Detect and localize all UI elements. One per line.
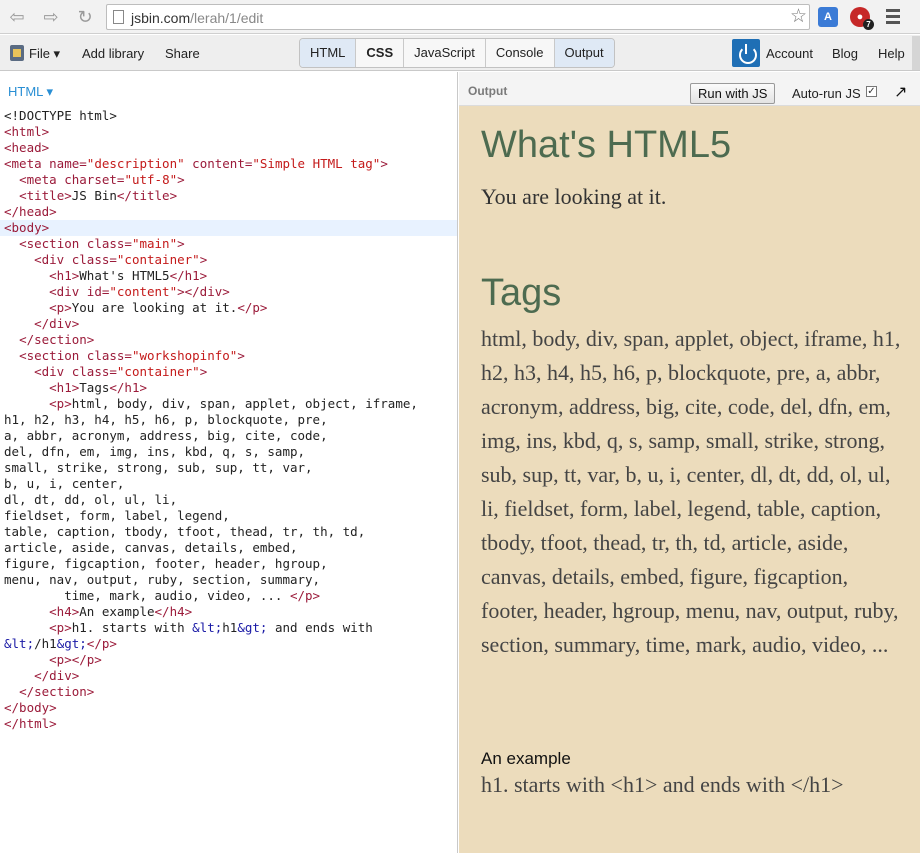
code-line: <meta charset="utf-8"> [19,172,185,187]
output-tags-paragraph: html, body, div, span, applet, object, i… [481,326,901,657]
code-line: &lt;/h1&gt;</p> [4,636,117,651]
code-line: </div> [34,316,80,331]
output-header: Output Run with JS Auto-run JS ✓ ↗ [459,72,920,106]
run-with-js-button[interactable]: Run with JS [690,83,776,104]
code-line: <p>h1. starts with &lt;h1&gt; and ends w… [49,620,373,635]
autorun-checkbox[interactable]: ✓ [866,86,877,97]
output-heading-tags: Tags [481,272,562,314]
code-line: <div id="content"></div> [49,284,230,299]
code-line: table, caption, tbody, tfoot, thead, tr,… [4,524,366,539]
jsbin-logo-icon [10,45,24,61]
autorun-label: Auto-run JS [792,86,861,101]
tab-output[interactable]: Output [554,39,614,67]
hamburger-menu-icon[interactable] [886,9,900,25]
reload-icon[interactable]: ↻ [74,6,96,28]
page-icon [113,10,124,24]
output-example-paragraph: h1. starts with <h1> and ends with </h1> [481,772,844,797]
code-line: b, u, i, center, [4,476,125,491]
popout-arrow-icon[interactable]: ↗ [894,82,907,102]
blog-link[interactable]: Blog [832,46,858,61]
code-line: del, dfn, em, img, ins, kbd, q, s, samp, [4,444,306,459]
code-line: <section class="workshopinfo"> [19,348,245,363]
output-subheading: An example [481,749,571,768]
code-line: <p></p> [49,652,102,667]
tab-javascript[interactable]: JavaScript [404,39,486,67]
code-line: <p>html, body, div, span, applet, object… [49,396,418,411]
help-link[interactable]: Help [878,46,905,61]
code-line: </body> [4,700,57,715]
code-line: </html> [4,716,57,731]
code-line: h1, h2, h3, h4, h5, h6, p, blockquote, p… [4,412,328,427]
extension-badge: 7 [863,19,874,30]
code-line: a, abbr, acronym, address, big, cite, co… [4,428,328,443]
bookmark-star-icon[interactable]: ☆ [790,6,807,28]
code-line-current: <body> [0,220,457,236]
code-line: <head> [4,140,50,155]
code-line: </section> [19,684,95,699]
add-library-button[interactable]: Add library [82,46,144,61]
code-editor[interactable]: <!DOCTYPE html> <html> <head> <meta name… [0,108,457,732]
code-line: </head> [4,204,57,219]
code-line: menu, nav, output, ruby, section, summar… [4,572,321,587]
forward-arrow-icon[interactable]: ⇨ [40,6,62,28]
code-line: <!DOCTYPE html> [4,108,117,123]
code-line: fieldset, form, label, legend, [4,508,230,523]
account-link[interactable]: Account [766,46,813,61]
output-heading-main: What's HTML5 [481,124,732,166]
address-bar[interactable]: jsbin.com/lerah/1/edit ☆ [106,4,810,30]
code-line: <h1>What's HTML5</h1> [49,268,208,283]
back-arrow-icon[interactable]: ⇦ [6,6,28,28]
jsbin-toolbar: File ▾ Add library Share HTML CSS JavaSc… [0,35,920,71]
tab-css[interactable]: CSS [356,39,405,67]
url-text: jsbin.com/lerah/1/edit [131,10,264,26]
panel-tabs: HTML CSS JavaScript Console Output [299,38,615,68]
output-pane: Output Run with JS Auto-run JS ✓ ↗ What'… [459,72,920,853]
code-line: </section> [19,332,95,347]
code-line: <html> [4,124,50,139]
scrollbar[interactable] [912,36,920,70]
tab-console[interactable]: Console [486,39,555,67]
code-line: dl, dt, dd, ol, ul, li, [4,492,178,507]
code-line: <section class="main"> [19,236,185,251]
code-line: </div> [34,668,80,683]
code-line: small, strike, strong, sub, sup, tt, var… [4,460,313,475]
code-line: <title>JS Bin</title> [19,188,178,203]
code-line: time, mark, audio, video, ... </p> [4,588,321,603]
browser-toolbar: ⇦ ⇨ ↻ jsbin.com/lerah/1/edit ☆ A ● 7 [0,0,920,34]
stop-extension-icon[interactable]: ● 7 [850,7,874,30]
tab-html[interactable]: HTML [300,39,357,67]
translate-extension-icon[interactable]: A [818,7,838,27]
output-paragraph: You are looking at it. [481,184,667,209]
code-line: <p>You are looking at it.</p> [49,300,268,315]
html-editor-pane: HTML ▾ <!DOCTYPE html> <html> <head> <me… [0,72,458,853]
output-panel-label: Output [468,84,508,98]
code-line: <div class="container"> [34,252,208,267]
power-icon[interactable] [732,39,760,67]
code-line: <meta name="description" content="Simple… [4,156,388,171]
file-menu[interactable]: File ▾ [29,46,60,62]
editor-panel-label[interactable]: HTML ▾ [8,84,53,100]
code-line: figure, figcaption, footer, header, hgro… [4,556,328,571]
share-button[interactable]: Share [165,46,200,61]
code-line: <h4>An example</h4> [49,604,193,619]
code-line: <div class="container"> [34,364,208,379]
code-line: <h1>Tags</h1> [49,380,148,395]
code-line: article, aside, canvas, details, embed, [4,540,298,555]
